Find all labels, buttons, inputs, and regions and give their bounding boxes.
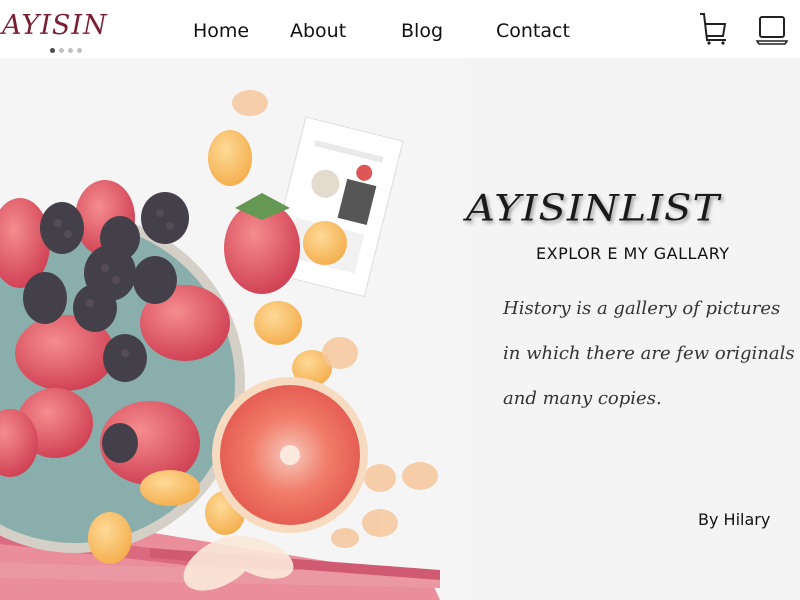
nav-about[interactable]: About bbox=[290, 20, 346, 42]
cart-icon[interactable] bbox=[698, 12, 728, 50]
carousel-dot[interactable] bbox=[59, 48, 64, 53]
site-logo[interactable]: AYISIN bbox=[2, 10, 108, 41]
quote-line: History is a gallery of pictures bbox=[503, 298, 781, 319]
nav-home[interactable]: Home bbox=[193, 20, 249, 42]
fruit-flatlay-image bbox=[0, 58, 470, 600]
quote-line: in which there are few originals bbox=[503, 343, 795, 364]
hero-subtitle: EXPLOR E MY GALLARY bbox=[536, 244, 730, 263]
laptop-icon[interactable] bbox=[755, 12, 789, 50]
carousel-dot[interactable] bbox=[77, 48, 82, 53]
quote-line: and many copies. bbox=[503, 388, 662, 409]
quote-author: By Hilary bbox=[698, 510, 771, 529]
carousel-dot[interactable] bbox=[50, 48, 55, 53]
nav-blog[interactable]: Blog bbox=[401, 20, 443, 42]
nav-contact[interactable]: Contact bbox=[496, 20, 570, 42]
carousel-indicator bbox=[50, 48, 82, 53]
hero-quote: History is a gallery of pictures in whic… bbox=[503, 286, 795, 421]
hero-banner: AYISINLIST EXPLOR E MY GALLARY History i… bbox=[0, 58, 800, 600]
site-header: AYISIN Home About Blog Contact bbox=[0, 0, 800, 58]
carousel-dot[interactable] bbox=[68, 48, 73, 53]
hero-title: AYISINLIST bbox=[466, 188, 721, 230]
